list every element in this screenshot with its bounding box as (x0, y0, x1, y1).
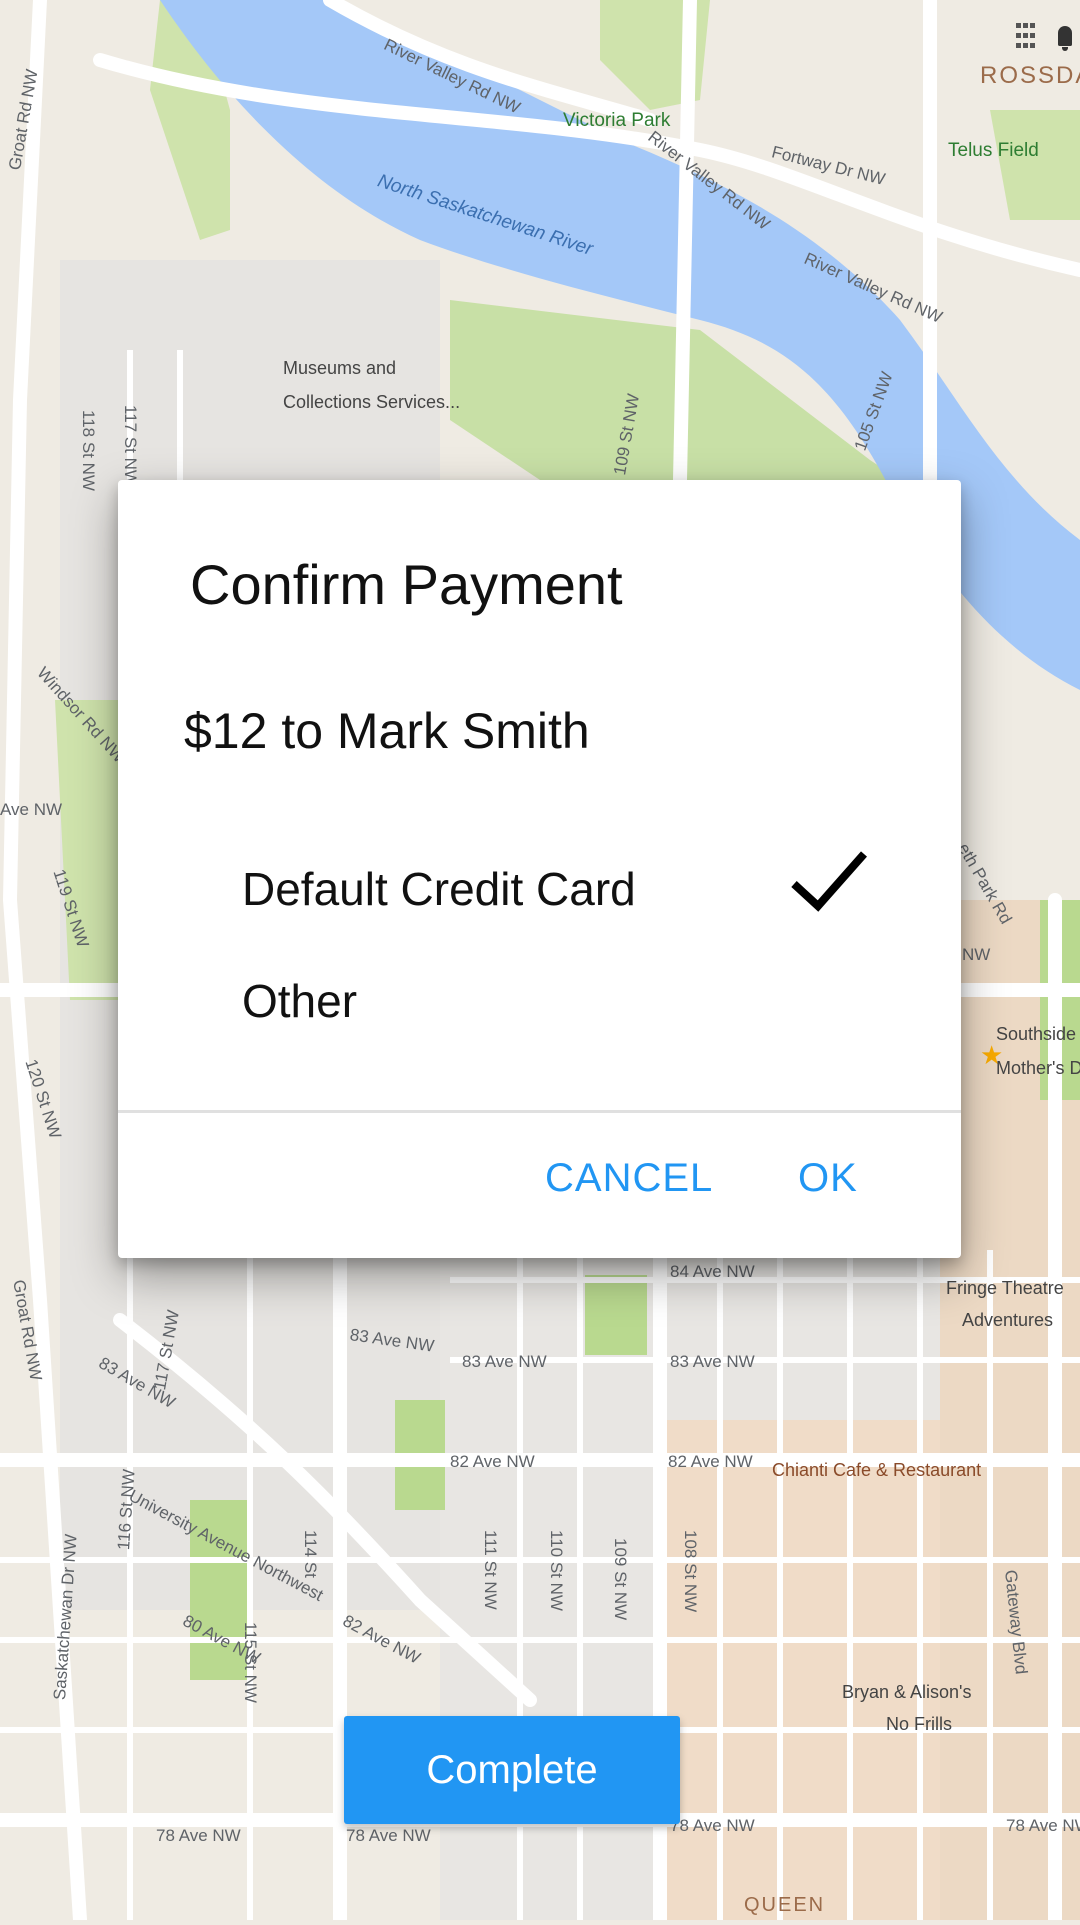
map-label: 78 Ave NW (670, 1816, 755, 1835)
dialog-divider (118, 1110, 961, 1113)
map-label: Telus Field (948, 140, 1039, 161)
map-label: QUEEN (744, 1894, 826, 1916)
payment-option-other[interactable]: Other (118, 952, 961, 1052)
map-label: Collections Services... (283, 392, 461, 412)
map-label: Chianti Cafe & Restaurant (772, 1460, 982, 1480)
map-label: Adventures (962, 1310, 1054, 1330)
map-label: 82 Ave NW (450, 1452, 535, 1471)
map-label: 109 St NW (611, 1538, 630, 1621)
map-label: 78 Ave NW (1006, 1816, 1080, 1835)
map-label: 111 St NW (481, 1530, 500, 1610)
map-label: Ave NW (0, 800, 63, 819)
map-label: Southside (996, 1024, 1077, 1044)
map-label: Museums and (283, 358, 397, 378)
map-label: 84 Ave NW (670, 1262, 755, 1281)
map-label: 78 Ave NW (346, 1826, 431, 1845)
map-label: NW (962, 945, 991, 964)
map-label: Mother's Day O (996, 1058, 1080, 1078)
map-label: 82 Ave NW (668, 1452, 753, 1471)
map-label: 83 Ave NW (670, 1352, 755, 1371)
payment-option-label: Default Credit Card (242, 863, 636, 915)
complete-button[interactable]: Complete (344, 1716, 680, 1824)
top-icons (1016, 22, 1074, 52)
confirm-payment-dialog: Confirm Payment $12 to Mark Smith Defaul… (118, 480, 961, 1258)
map-label: 78 Ave NW (156, 1826, 241, 1845)
ok-button[interactable]: OK (798, 1156, 858, 1201)
map-label: Bryan & Alison's (842, 1682, 972, 1702)
checkmark-icon (791, 851, 867, 912)
map-label: Fringe Theatre (946, 1278, 1064, 1298)
map-label: 118 St NW (79, 410, 98, 491)
payment-option-label: Other (242, 975, 358, 1027)
cancel-button[interactable]: CANCEL (545, 1156, 713, 1201)
notification-bell-icon[interactable] (1056, 22, 1074, 52)
payment-summary: $12 to Mark Smith (184, 703, 590, 759)
map-label: 110 St NW (547, 1530, 566, 1611)
map-label: 114 St (301, 1530, 320, 1578)
map-label: 108 St NW (681, 1530, 700, 1613)
payment-option-default-credit-card[interactable]: Default Credit Card (118, 840, 961, 940)
map-label: 83 Ave NW (462, 1352, 547, 1371)
apps-grid-icon[interactable] (1016, 23, 1036, 51)
map-label: No Frills (886, 1714, 952, 1734)
map-label: ROSSDALE (980, 62, 1080, 89)
dialog-title: Confirm Payment (190, 553, 623, 616)
map-label: 117 St NW (121, 405, 140, 486)
